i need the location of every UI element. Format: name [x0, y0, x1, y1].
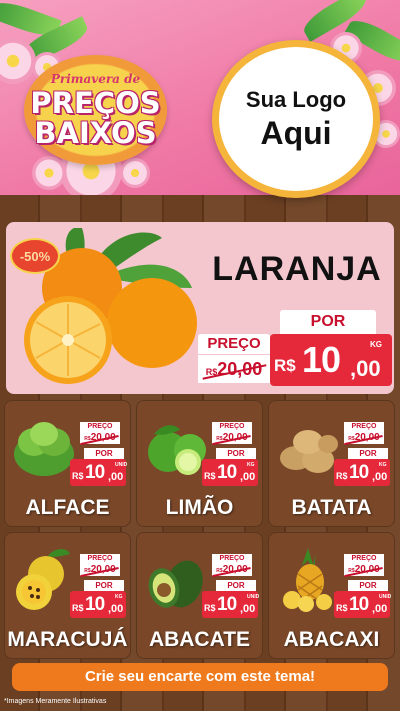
- new-price-currency: R$: [336, 471, 348, 481]
- badge-title-line2: BAIXOS: [34, 116, 157, 150]
- new-price-currency: R$: [204, 603, 216, 613]
- price-unit: KG: [370, 340, 382, 349]
- new-price-integer: 10: [217, 462, 237, 483]
- product-card-alface[interactable]: PREÇO R$20,00 POR R$ 10 ,00 UNID ALFACE: [4, 400, 131, 527]
- new-price-currency: R$: [274, 356, 296, 375]
- product-name: ALFACE: [25, 496, 110, 519]
- new-price-label: POR: [348, 580, 388, 591]
- old-price-value: 20,00: [90, 564, 116, 575]
- product-card-abacaxi[interactable]: PREÇO R$20,00 POR R$ 10 ,00 UNID ABACAXI: [268, 532, 395, 659]
- price-unit: KG: [247, 462, 255, 468]
- new-price-integer: 10: [302, 339, 341, 380]
- new-price-currency: R$: [204, 471, 216, 481]
- old-price-label: PREÇO: [344, 422, 384, 432]
- new-price-integer: 10: [349, 594, 369, 615]
- old-price-value: 20,00: [90, 432, 116, 443]
- new-price-label: POR: [84, 580, 124, 591]
- new-price-currency: R$: [72, 603, 84, 613]
- new-price: R$ 10 ,00 UNID: [202, 591, 260, 618]
- create-flyer-button[interactable]: Crie seu encarte com este tema!: [12, 663, 388, 691]
- new-price-decimal: ,00: [240, 603, 256, 615]
- old-price-currency: R$: [205, 367, 218, 377]
- old-price: R$20,00: [212, 564, 252, 576]
- price-unit: UNID: [115, 462, 128, 468]
- price-unit: KG: [379, 462, 387, 468]
- new-price: R$ 10 ,00 KG: [70, 591, 126, 618]
- new-price-decimal: ,00: [240, 471, 256, 483]
- new-price: R$ 10 ,00 KG: [270, 334, 392, 386]
- logo-text-line1: Sua Logo: [245, 86, 347, 112]
- old-price-value: 20,00: [217, 359, 263, 379]
- new-price-currency: R$: [72, 471, 84, 481]
- product-name: BATATA: [291, 496, 372, 519]
- old-price-label: PREÇO: [212, 554, 252, 564]
- new-price-decimal: ,00: [372, 603, 388, 615]
- new-price-decimal: ,00: [108, 471, 124, 483]
- product-card-maracuja[interactable]: PREÇO R$20,00 POR R$ 10 ,00 KG MARACUJÁ: [4, 532, 131, 659]
- old-price-value: 20,00: [354, 564, 380, 575]
- discount-badge: -50%: [10, 238, 60, 274]
- product-name: LIMÃO: [165, 496, 234, 519]
- badge-title-line1: PREÇOS: [30, 86, 161, 120]
- product-name: MARACUJÁ: [7, 628, 128, 651]
- product-name: ABACAXI: [283, 628, 380, 651]
- old-price-label: PREÇO: [80, 554, 120, 564]
- old-price: R$20,00: [344, 564, 384, 576]
- new-price-integer: 10: [85, 594, 105, 615]
- product-card-batata[interactable]: PREÇO R$20,00 POR R$ 10 ,00 KG BATATA: [268, 400, 395, 527]
- new-price-decimal: ,00: [108, 603, 124, 615]
- old-price-label: PREÇO: [212, 422, 252, 432]
- featured-product-name: LARANJA: [212, 250, 382, 288]
- new-price-integer: 10: [349, 462, 369, 483]
- price-unit: UNID: [247, 594, 260, 600]
- disclaimer-text: *Imagens Meramente Ilustrativas: [4, 698, 107, 705]
- product-name: ABACATE: [148, 628, 251, 651]
- product-card-limao[interactable]: PREÇO R$20,00 POR R$ 10 ,00 KG LIMÃO: [136, 400, 263, 527]
- old-price-label: PREÇO: [198, 334, 270, 354]
- new-price: R$ 10 ,00 UNID: [334, 591, 392, 618]
- old-price: R$20,00: [198, 355, 270, 383]
- new-price-currency: R$: [336, 603, 348, 613]
- old-price: R$20,00: [80, 432, 120, 444]
- logo-text-line2: Aqui: [260, 114, 332, 151]
- new-price-integer: 10: [217, 594, 237, 615]
- new-price: R$ 10 ,00 UNID: [70, 459, 128, 486]
- price-unit: KG: [115, 594, 123, 600]
- new-price-label: POR: [280, 310, 376, 334]
- product-card-abacate[interactable]: PREÇO R$20,00 POR R$ 10 ,00 UNID ABACATE: [136, 532, 263, 659]
- new-price-label: POR: [216, 448, 256, 459]
- new-price: R$ 10 ,00 KG: [202, 459, 258, 486]
- new-price: R$ 10 ,00 KG: [334, 459, 390, 486]
- old-price: R$20,00: [212, 432, 252, 444]
- old-price-value: 20,00: [222, 432, 248, 443]
- badge-subtitle: Primavera de: [50, 72, 141, 86]
- new-price-label: POR: [216, 580, 256, 591]
- new-price-label: POR: [84, 448, 124, 459]
- old-price-label: PREÇO: [80, 422, 120, 432]
- old-price-value: 20,00: [222, 564, 248, 575]
- old-price: R$20,00: [344, 432, 384, 444]
- new-price-integer: 10: [85, 462, 105, 483]
- new-price-decimal: ,00: [350, 356, 381, 381]
- new-price-label: POR: [348, 448, 388, 459]
- logo-placeholder[interactable]: Sua Logo Aqui: [212, 40, 380, 198]
- new-price-decimal: ,00: [372, 471, 388, 483]
- old-price-label: PREÇO: [344, 554, 384, 564]
- old-price: R$20,00: [80, 564, 120, 576]
- old-price-value: 20,00: [354, 432, 380, 443]
- price-unit: UNID: [379, 594, 392, 600]
- campaign-badge: Primavera de PREÇOS BAIXOS: [18, 55, 173, 165]
